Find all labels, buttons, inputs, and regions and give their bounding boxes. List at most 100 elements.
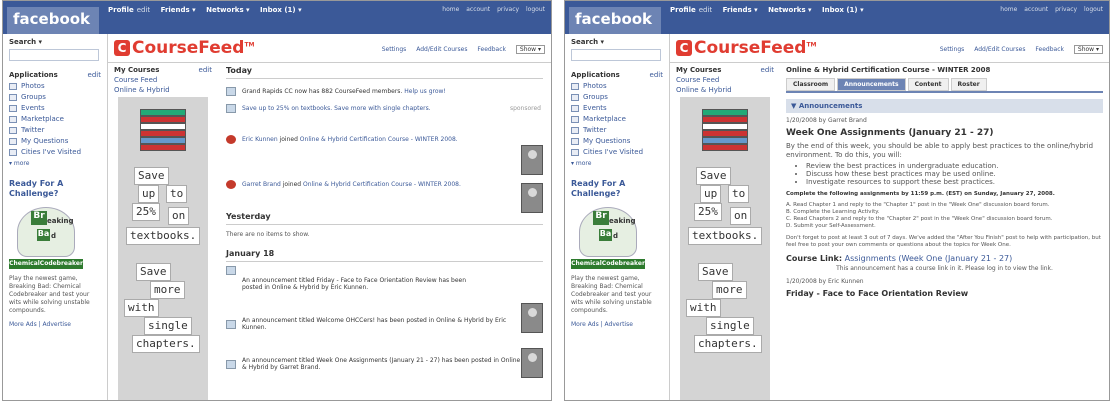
screenshot-course-announcements: facebook Profile edit Friends ▾ Networks … — [564, 0, 1110, 401]
facebook-logo[interactable]: facebook — [569, 7, 661, 35]
nav-profile-edit[interactable]: edit — [699, 6, 712, 14]
nav-inbox[interactable]: Inbox (1) ▾ — [260, 6, 302, 14]
link-privacy[interactable]: privacy — [1055, 6, 1077, 13]
facebook-topbar: facebook Profile edit Friends ▾ Networks … — [565, 1, 1109, 35]
feed-user-link[interactable]: Garret Brand — [242, 181, 281, 188]
app-marketplace[interactable]: Marketplace — [9, 115, 101, 123]
course-link-value[interactable]: Assignments (Week One (January 21 - 27) — [845, 254, 1013, 263]
coursefeed-logo[interactable]: C CourseFeedTM — [676, 38, 817, 58]
app-twitter[interactable]: Twitter — [571, 126, 663, 134]
element-br: Br — [31, 211, 47, 225]
app-cities[interactable]: Cities I've Visited — [571, 148, 663, 156]
announcement-text[interactable]: An announcement titled Friday - Face to … — [242, 277, 486, 291]
feed-item: Save up to 25% on textbooks. Save more w… — [226, 104, 543, 113]
app-groups[interactable]: Groups — [9, 93, 101, 101]
link-logout[interactable]: logout — [526, 6, 545, 13]
applications-label: Applications — [9, 71, 58, 79]
nav-inbox[interactable]: Inbox (1) ▾ — [822, 6, 864, 14]
settings-link[interactable]: Settings — [940, 46, 965, 53]
tab-announcements[interactable]: Announcements — [837, 78, 906, 91]
coursefeed-header: C CourseFeedTM Settings Add/Edit Courses … — [108, 34, 551, 63]
link-account[interactable]: account — [466, 6, 490, 13]
ad-word: to — [728, 185, 750, 203]
add-edit-courses-link[interactable]: Add/Edit Courses — [974, 46, 1025, 53]
feed-link[interactable]: Save up to 25% on textbooks. Save more w… — [242, 105, 431, 112]
nav-profile-edit[interactable]: edit — [137, 6, 150, 14]
my-courses-edit[interactable]: edit — [199, 66, 212, 74]
link-account[interactable]: account — [1024, 6, 1048, 13]
more-apps-link[interactable]: ▾ more — [571, 160, 663, 167]
announcements-header[interactable]: ▼ Announcements — [786, 99, 1103, 113]
ad-links[interactable]: More Ads | Advertise — [571, 321, 663, 328]
show-select[interactable]: Show ▾ — [515, 45, 545, 54]
my-courses-edit[interactable]: edit — [761, 66, 774, 74]
link-logout[interactable]: logout — [1084, 6, 1103, 13]
course-page: Online & Hybrid Certification Course - W… — [780, 63, 1109, 400]
app-events[interactable]: Events — [9, 104, 101, 112]
app-cities[interactable]: Cities I've Visited — [9, 148, 101, 156]
tab-content[interactable]: Content — [907, 78, 949, 91]
facebook-sidebar: Search ▾ Applications edit Photos Groups… — [3, 34, 108, 400]
ad-links[interactable]: More Ads | Advertise — [9, 321, 101, 328]
announcement-text[interactable]: An announcement titled Welcome OHCCers! … — [242, 317, 512, 331]
ad-title[interactable]: Ready For A Challenge? — [9, 179, 101, 199]
nav-friends[interactable]: Friends ▾ — [161, 6, 196, 14]
facebook-logo[interactable]: facebook — [7, 7, 99, 35]
nav-friends[interactable]: Friends ▾ — [723, 6, 758, 14]
settings-link[interactable]: Settings — [382, 46, 407, 53]
feed-user-link[interactable]: Eric Kunnen — [242, 136, 278, 143]
ad-title[interactable]: Ready For A Challenge? — [571, 179, 663, 199]
avatar[interactable] — [521, 183, 543, 213]
app-marketplace[interactable]: Marketplace — [571, 115, 663, 123]
nav-profile[interactable]: Profile — [670, 6, 696, 14]
feed-link[interactable]: Help us grow! — [404, 88, 446, 95]
announcement-text[interactable]: An announcement titled Week One Assignme… — [242, 357, 522, 371]
applications-edit-link[interactable]: edit — [650, 71, 663, 79]
textbook-ad[interactable]: Save up to 25% on textbooks. Save more w… — [680, 97, 770, 400]
app-photos[interactable]: Photos — [571, 82, 663, 90]
search-input[interactable] — [9, 49, 99, 61]
textbook-ad[interactable]: Save up to 25% on textbooks. Save more w… — [118, 97, 208, 400]
no-items-text: There are no items to show. — [226, 231, 543, 238]
search-label[interactable]: Search ▾ — [9, 38, 101, 46]
applications-edit-link[interactable]: edit — [88, 71, 101, 79]
apple-icon — [226, 135, 236, 144]
link-privacy[interactable]: privacy — [497, 6, 519, 13]
coursefeed-logo[interactable]: C CourseFeedTM — [114, 38, 255, 58]
nav-networks[interactable]: Networks ▾ — [206, 6, 249, 14]
app-my-questions[interactable]: My Questions — [9, 137, 101, 145]
avatar[interactable] — [521, 303, 543, 333]
tab-roster[interactable]: Roster — [950, 78, 987, 91]
course-item-feed[interactable]: Course Feed — [114, 76, 212, 84]
app-events[interactable]: Events — [571, 104, 663, 112]
feed-link[interactable]: Online & Hybrid Certification Course - W… — [300, 136, 458, 143]
trademark: TM — [244, 41, 255, 49]
nav-networks[interactable]: Networks ▾ — [768, 6, 811, 14]
app-photos[interactable]: Photos — [9, 82, 101, 90]
ad-image[interactable]: Br eaking Ba d ChemicalCodebreaker — [571, 205, 645, 271]
feedback-link[interactable]: Feedback — [477, 46, 506, 53]
more-apps-link[interactable]: ▾ more — [9, 160, 101, 167]
feedback-link[interactable]: Feedback — [1035, 46, 1064, 53]
ad-image[interactable]: Br eaking Ba d ChemicalCodebreaker — [9, 205, 83, 271]
add-edit-courses-link[interactable]: Add/Edit Courses — [416, 46, 467, 53]
app-groups[interactable]: Groups — [571, 93, 663, 101]
link-home[interactable]: home — [442, 6, 459, 13]
avatar[interactable] — [521, 348, 543, 378]
announcement-heading: Week One Assignments (January 21 - 27) — [786, 128, 994, 138]
course-item-online-hybrid[interactable]: Online & Hybrid — [676, 86, 774, 94]
nav-profile[interactable]: Profile — [108, 6, 134, 14]
app-twitter[interactable]: Twitter — [9, 126, 101, 134]
ad-word: 25% — [132, 203, 160, 221]
link-home[interactable]: home — [1000, 6, 1017, 13]
show-select[interactable]: Show ▾ — [1073, 45, 1103, 54]
app-my-questions[interactable]: My Questions — [571, 137, 663, 145]
course-item-feed[interactable]: Course Feed — [676, 76, 774, 84]
search-input[interactable] — [571, 49, 661, 61]
top-nav: Profile edit Friends ▾ Networks ▾ Inbox (… — [108, 6, 310, 14]
search-label[interactable]: Search ▾ — [571, 38, 663, 46]
feed-link[interactable]: Online & Hybrid Certification Course - W… — [303, 181, 461, 188]
course-item-online-hybrid[interactable]: Online & Hybrid — [114, 86, 212, 94]
tab-classroom[interactable]: Classroom — [786, 78, 836, 91]
avatar[interactable] — [521, 145, 543, 175]
